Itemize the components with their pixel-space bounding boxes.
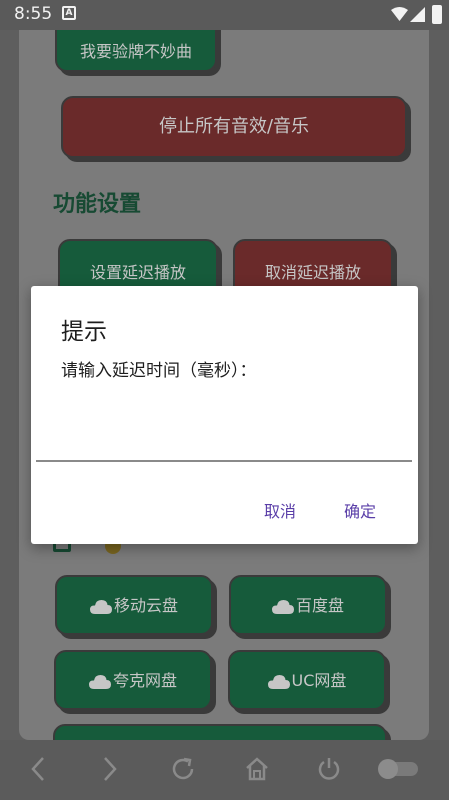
reload-icon[interactable] — [170, 756, 196, 782]
status-bar: 8:55 A — [0, 0, 449, 30]
home-icon[interactable] — [244, 756, 270, 782]
forward-icon[interactable] — [102, 756, 118, 782]
cloud-button-yidong[interactable]: 移动云盘 — [55, 575, 213, 635]
cloud-button-label: 夸克网盘 — [112, 671, 177, 690]
cloud-button-baidu[interactable]: 百度盘 — [229, 575, 387, 635]
cloud-button-label: 百度盘 — [295, 596, 344, 615]
dialog-message: 请输入延迟时间（毫秒）： — [61, 361, 257, 381]
battery-icon — [432, 5, 442, 24]
navigation-bar — [0, 740, 449, 800]
dialog-title: 提示 — [61, 319, 107, 345]
back-icon[interactable] — [30, 756, 46, 782]
bottom-button-partial[interactable] — [53, 724, 387, 740]
cloud-icon — [88, 675, 111, 689]
cloud-icon — [89, 600, 112, 614]
cancel-button[interactable]: 取消 — [264, 498, 296, 522]
cloud-icon — [267, 675, 290, 689]
cloud-button-uc[interactable]: UC网盘 — [228, 650, 386, 710]
stop-all-button-label: 停止所有音效/音乐 — [158, 116, 310, 137]
top-button-label: 我要验牌不妙曲 — [79, 42, 192, 61]
ok-button[interactable]: 确定 — [344, 498, 376, 522]
wifi-icon — [391, 7, 408, 21]
power-icon[interactable] — [316, 756, 342, 782]
cloud-button-kuake[interactable]: 夸克网盘 — [54, 650, 212, 710]
signal-icon — [410, 7, 425, 22]
notification-icon: A — [62, 6, 76, 20]
delay-input-dialog: 提示 请输入延迟时间（毫秒）： 取消 确定 — [31, 286, 418, 544]
cloud-icon — [271, 600, 294, 614]
top-button[interactable]: 我要验牌不妙曲 — [55, 30, 217, 72]
toggle-icon[interactable] — [376, 758, 420, 780]
stop-all-button[interactable]: 停止所有音效/音乐 — [61, 96, 407, 158]
delay-input[interactable] — [36, 396, 412, 462]
section-title: 功能设置 — [53, 192, 142, 217]
cloud-button-label: UC网盘 — [291, 671, 347, 690]
status-time: 8:55 — [14, 4, 53, 24]
cloud-button-label: 移动云盘 — [113, 596, 178, 615]
